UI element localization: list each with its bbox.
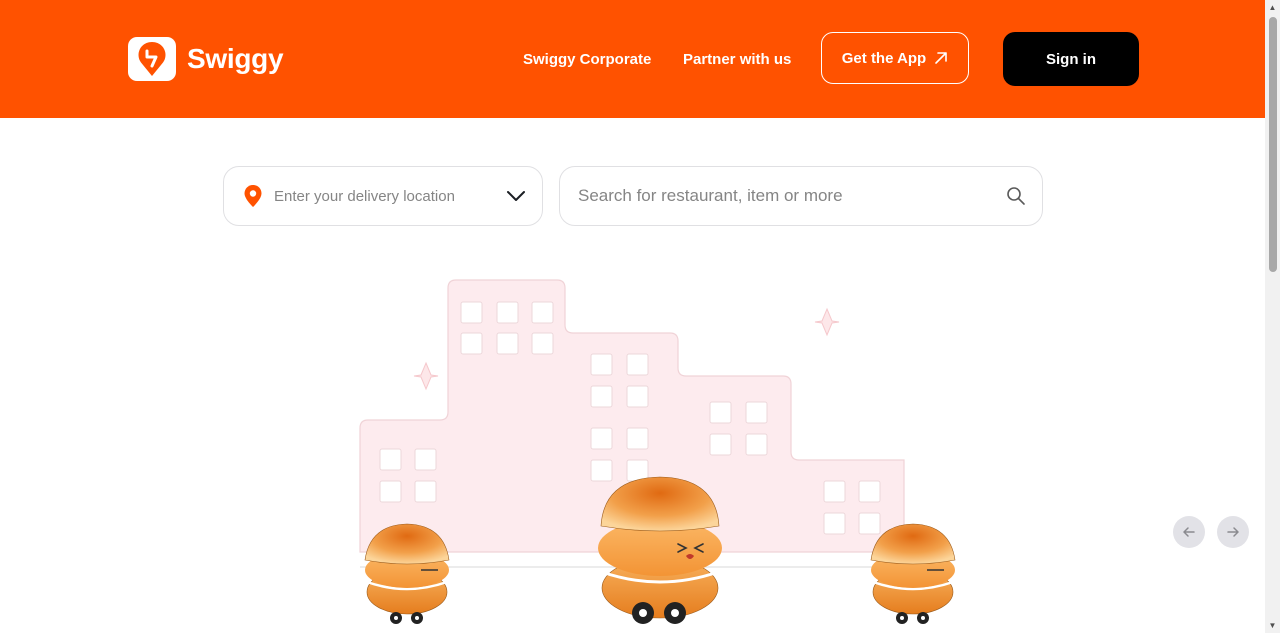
arrow-right-icon	[1227, 527, 1239, 537]
delivery-location-selector[interactable]: Enter your delivery location	[223, 166, 543, 226]
bun-character-right	[870, 523, 956, 624]
bun-character-center	[598, 476, 722, 624]
search-input[interactable]	[576, 185, 1006, 207]
sparkle-icon	[413, 361, 439, 391]
sign-in-button[interactable]: Sign in	[1003, 32, 1139, 86]
carousel-prev-button[interactable]	[1173, 516, 1205, 548]
bun-character-left	[364, 523, 450, 624]
brand-name: Swiggy	[187, 43, 284, 74]
nav-partner-with-us[interactable]: Partner with us	[683, 51, 791, 68]
scroll-up-icon[interactable]: ▲	[1265, 0, 1280, 15]
page-scrollbar[interactable]: ▲ ▼	[1265, 0, 1280, 633]
hero-illustration	[359, 279, 956, 624]
header: Swiggy Swiggy Corporate Partner with us …	[0, 0, 1265, 118]
search-icon[interactable]	[1006, 186, 1026, 206]
search-bar	[559, 166, 1043, 226]
swiggy-logo[interactable]: Swiggy	[128, 37, 284, 81]
arrow-up-right-icon	[935, 52, 948, 64]
location-pin-icon	[244, 185, 262, 207]
delivery-location-placeholder: Enter your delivery location	[274, 187, 455, 205]
chevron-down-icon[interactable]	[506, 189, 526, 203]
carousel-next-button[interactable]	[1217, 516, 1249, 548]
scroll-down-icon[interactable]: ▼	[1265, 618, 1280, 633]
swiggy-logo-icon	[128, 37, 176, 81]
scrollbar-thumb[interactable]	[1269, 17, 1277, 272]
get-the-app-button[interactable]: Get the App	[821, 32, 969, 84]
arrow-left-icon	[1183, 527, 1195, 537]
sparkle-icon	[814, 307, 840, 337]
nav-swiggy-corporate[interactable]: Swiggy Corporate	[523, 51, 651, 68]
get-the-app-label: Get the App	[841, 49, 927, 67]
